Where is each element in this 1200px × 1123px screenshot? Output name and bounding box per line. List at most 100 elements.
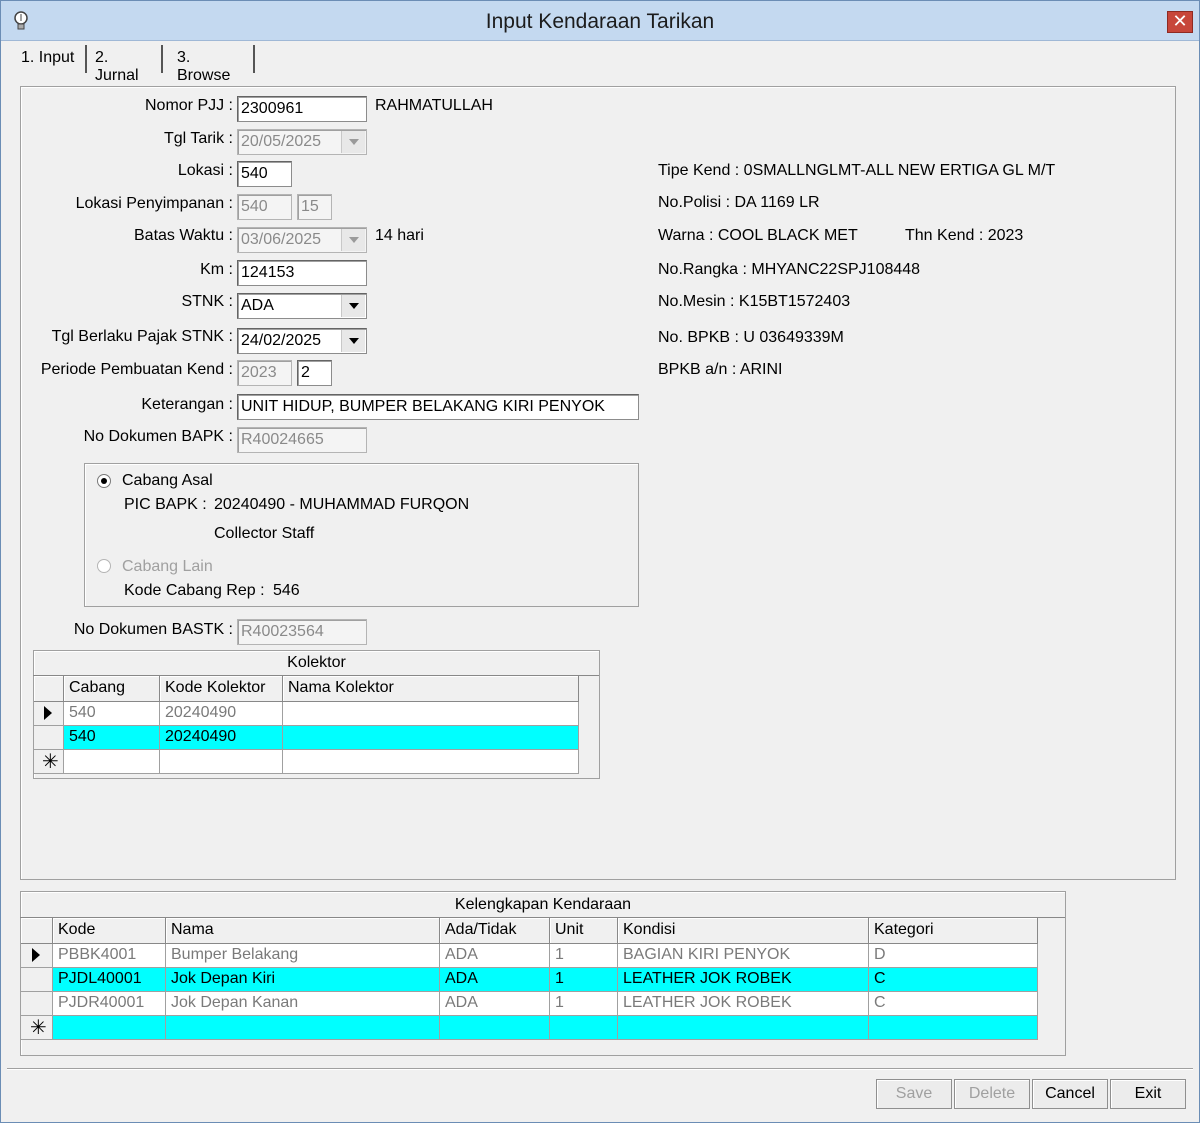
lokasi-penyimpanan-sub-input[interactable]: 15 xyxy=(297,194,332,220)
table-row[interactable]: C xyxy=(869,992,1038,1016)
cabang-lain-label: Cabang Lain xyxy=(122,558,213,575)
table-row[interactable]: 540 xyxy=(64,726,160,750)
no-dok-bastk-label: No Dokumen BASTK : xyxy=(73,621,233,638)
lokasi-penyimpanan-label: Lokasi Penyimpanan : xyxy=(75,195,233,212)
bottom-divider xyxy=(7,1068,1193,1070)
no-mesin: No.Mesin : K15BT1572403 xyxy=(658,293,851,310)
table-row[interactable]: 20240490 xyxy=(160,726,283,750)
table-row[interactable] xyxy=(283,726,579,750)
table-row[interactable] xyxy=(166,1016,440,1040)
table-row[interactable]: 1 xyxy=(550,968,618,992)
table-row[interactable] xyxy=(283,750,579,774)
table-row[interactable]: ADA xyxy=(440,968,550,992)
table-row[interactable]: PJDL40001 xyxy=(53,968,166,992)
cancel-button[interactable]: Cancel xyxy=(1032,1079,1108,1109)
lokasi-input[interactable]: 540 xyxy=(237,161,292,187)
table-row[interactable]: Jok Depan Kanan xyxy=(166,992,440,1016)
table-row[interactable] xyxy=(283,702,579,726)
tgl-tarik-dropdown-icon[interactable] xyxy=(341,131,365,153)
table-row[interactable]: BAGIAN KIRI PENYOK xyxy=(618,944,869,968)
nomor-pjj-label: Nomor PJJ : xyxy=(144,97,233,114)
table-row[interactable]: 1 xyxy=(550,992,618,1016)
close-icon[interactable]: ✕ xyxy=(1167,11,1193,33)
keterangan-input[interactable]: UNIT HIDUP, BUMPER BELAKANG KIRI PENYOK xyxy=(237,394,639,420)
periode-pembuatan-label: Periode Pembuatan Kend : xyxy=(40,361,233,378)
table-row[interactable]: Jok Depan Kiri xyxy=(166,968,440,992)
kelengkapan-row-indicator[interactable] xyxy=(21,944,53,968)
kolektor-row-indicator[interactable] xyxy=(34,702,64,726)
table-row[interactable]: PJDR40001 xyxy=(53,992,166,1016)
tgl-berlaku-pajak-value: 24/02/2025 xyxy=(241,332,322,349)
pic-bapk-label: PIC BAPK : xyxy=(124,496,207,513)
bpkb-an: BPKB a/n : ARINI xyxy=(658,361,783,378)
table-row[interactable]: LEATHER JOK ROBEK xyxy=(618,968,869,992)
kelengkapan-header-unit[interactable]: Unit xyxy=(550,918,618,944)
table-row[interactable]: 20240490 xyxy=(160,702,283,726)
kelengkapan-row-indicator[interactable] xyxy=(21,968,53,992)
batas-waktu-label: Batas Waktu : xyxy=(134,227,233,244)
kolektor-header-kode[interactable]: Kode Kolektor xyxy=(160,676,283,702)
periode-bulan-input[interactable]: 2 xyxy=(297,360,332,386)
table-row[interactable] xyxy=(869,1016,1038,1040)
table-row[interactable]: LEATHER JOK ROBEK xyxy=(618,992,869,1016)
nomor-pjj-input[interactable]: 2300961 xyxy=(237,96,367,122)
tgl-berlaku-pajak-label: Tgl Berlaku Pajak STNK : xyxy=(51,328,233,345)
kelengkapan-header-indicator xyxy=(21,918,53,944)
kelengkapan-header-kondisi[interactable]: Kondisi xyxy=(618,918,869,944)
no-rangka: No.Rangka : MHYANC22SPJ108448 xyxy=(658,261,921,278)
km-input[interactable]: 124153 xyxy=(237,260,367,286)
table-row[interactable]: Bumper Belakang xyxy=(166,944,440,968)
kolektor-header-cabang[interactable]: Cabang xyxy=(64,676,160,702)
table-row[interactable]: ADA xyxy=(440,944,550,968)
tgl-tarik-value: 20/05/2025 xyxy=(241,133,322,150)
kelengkapan-new-row-indicator[interactable]: ✳ xyxy=(21,1016,53,1040)
new-row-icon: ✳ xyxy=(42,751,59,773)
batas-waktu-note: 14 hari xyxy=(375,227,424,244)
kelengkapan-header-kode[interactable]: Kode xyxy=(53,918,166,944)
kolektor-new-row-indicator[interactable]: ✳ xyxy=(34,750,64,774)
table-row[interactable] xyxy=(64,750,160,774)
kode-cabang-rep-label: Kode Cabang Rep : xyxy=(124,582,265,599)
no-dok-bapk-input[interactable]: R40024665 xyxy=(237,427,367,453)
kelengkapan-row-indicator[interactable] xyxy=(21,992,53,1016)
tgl-berlaku-pajak-dropdown-icon[interactable] xyxy=(341,330,365,352)
tab-input[interactable]: 1. Input xyxy=(17,45,87,73)
no-dok-bastk-input[interactable]: R40023564 xyxy=(237,619,367,645)
kelengkapan-header-kategori[interactable]: Kategori xyxy=(869,918,1038,944)
table-row[interactable] xyxy=(440,1016,550,1040)
cabang-asal-radio[interactable] xyxy=(97,474,111,488)
table-row[interactable] xyxy=(550,1016,618,1040)
lokasi-penyimpanan-input[interactable]: 540 xyxy=(237,194,292,220)
batas-waktu-dropdown-icon[interactable] xyxy=(341,229,365,251)
kelengkapan-header-ada[interactable]: Ada/Tidak xyxy=(440,918,550,944)
table-row[interactable] xyxy=(53,1016,166,1040)
window-title: Input Kendaraan Tarikan xyxy=(485,10,715,33)
table-row[interactable]: 540 xyxy=(64,702,160,726)
table-row[interactable]: 1 xyxy=(550,944,618,968)
warna: Warna : COOL BLACK MET xyxy=(658,227,858,244)
kelengkapan-header-nama[interactable]: Nama xyxy=(166,918,440,944)
table-row[interactable]: D xyxy=(869,944,1038,968)
delete-button[interactable]: Delete xyxy=(954,1079,1030,1109)
tipe-kend: Tipe Kend : 0SMALLNGLMT-ALL NEW ERTIGA G… xyxy=(658,162,1056,179)
tab-browse[interactable]: 3. Browse xyxy=(173,45,255,84)
periode-tahun-input[interactable]: 2023 xyxy=(237,360,292,386)
table-row[interactable] xyxy=(160,750,283,774)
no-dok-bapk-label: No Dokumen BAPK : xyxy=(83,428,233,445)
table-row[interactable]: C xyxy=(869,968,1038,992)
save-button[interactable]: Save xyxy=(876,1079,952,1109)
kolektor-title: Kolektor xyxy=(287,654,346,671)
stnk-dropdown-icon[interactable] xyxy=(341,295,365,317)
no-polisi: No.Polisi : DA 1169 LR xyxy=(658,194,820,211)
pic-bapk-value: 20240490 - MUHAMMAD FURQON xyxy=(214,496,470,513)
pic-role: Collector Staff xyxy=(214,525,315,542)
tab-jurnal[interactable]: 2. Jurnal xyxy=(91,45,163,84)
table-row[interactable]: ADA xyxy=(440,992,550,1016)
new-row-icon: ✳ xyxy=(30,1017,47,1039)
table-row[interactable]: PBBK4001 xyxy=(53,944,166,968)
kolektor-row-indicator[interactable] xyxy=(34,726,64,750)
exit-button[interactable]: Exit xyxy=(1110,1079,1186,1109)
kolektor-header-nama[interactable]: Nama Kolektor xyxy=(283,676,579,702)
table-row[interactable] xyxy=(618,1016,869,1040)
cabang-lain-radio[interactable] xyxy=(97,559,111,573)
